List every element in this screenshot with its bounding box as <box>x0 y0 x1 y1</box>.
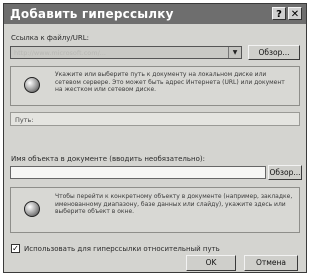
title-bar: Добавить гиперссылку ? ✕ <box>4 4 306 24</box>
path-display: Путь: <box>10 112 300 126</box>
cancel-label: Отмена <box>255 258 287 267</box>
close-button[interactable]: ✕ <box>288 7 302 20</box>
globe-icon <box>24 77 40 93</box>
checkmark-icon: ✓ <box>12 244 19 253</box>
path-text: Путь: <box>15 116 34 124</box>
dialog-title: Добавить гиперссылку <box>10 7 174 21</box>
anchor-help-text: Чтобы перейти к конкретному объекту в до… <box>55 193 293 215</box>
anchor-label: Имя объекта в документе (вводить необяза… <box>11 155 205 163</box>
link-help-panel: Укажите или выберите путь к документу на… <box>10 66 300 106</box>
insert-hyperlink-dialog: Добавить гиперссылку ? ✕ Ссылка к файлу/… <box>3 3 307 273</box>
ok-button[interactable]: OK <box>186 255 236 271</box>
globe-icon <box>24 201 40 217</box>
link-to-label: Ссылка к файлу/URL: <box>11 34 89 42</box>
relative-path-checkbox[interactable]: ✓ <box>11 244 20 253</box>
cancel-button[interactable]: Отмена <box>244 255 298 271</box>
browse-link-button[interactable]: Обзор... <box>248 45 300 60</box>
close-icon: ✕ <box>290 9 300 20</box>
relative-path-label[interactable]: Использовать для гиперссылки относительн… <box>24 245 220 253</box>
anchor-help-panel: Чтобы перейти к конкретному объекту в до… <box>10 187 300 233</box>
chevron-down-icon[interactable]: ▼ <box>228 47 241 58</box>
browse-anchor-label: Обзор... <box>269 168 301 177</box>
help-icon: ? <box>276 9 282 20</box>
browse-anchor-button[interactable]: Обзор... <box>268 165 302 180</box>
anchor-input[interactable] <box>10 166 266 179</box>
browse-link-label: Обзор... <box>258 48 290 57</box>
link-to-combobox[interactable]: http://www.microsoft.com/... ▼ <box>10 46 242 59</box>
link-help-text: Укажите или выберите путь к документу на… <box>55 71 285 93</box>
help-button[interactable]: ? <box>272 7 286 20</box>
link-to-value: http://www.microsoft.com/... <box>14 49 106 57</box>
ok-label: OK <box>205 258 217 267</box>
